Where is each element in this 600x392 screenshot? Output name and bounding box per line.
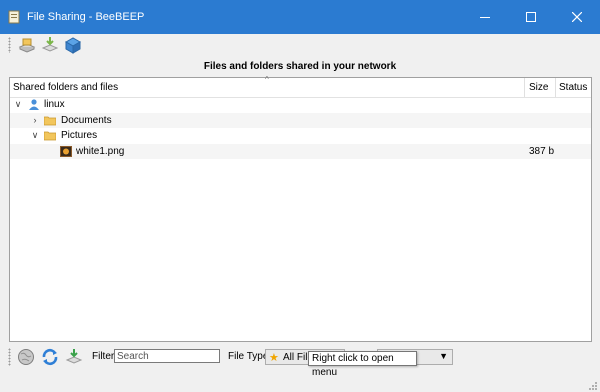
chevron-down-icon[interactable]: ∨ — [13, 97, 23, 112]
column-divider[interactable] — [524, 78, 525, 97]
column-header-name[interactable]: Shared folders and files — [13, 82, 118, 94]
maximize-icon — [526, 12, 536, 22]
tree-item-label: white1.png — [76, 146, 125, 157]
tree-row-pictures[interactable]: ∨ Pictures — [10, 128, 591, 143]
chevron-right-icon[interactable]: › — [30, 113, 40, 128]
share-folder-icon[interactable] — [18, 36, 36, 54]
column-header-row: ^ Shared folders and files Size Status — [10, 75, 591, 98]
file-size: 387 b — [529, 146, 555, 157]
download-icon[interactable] — [41, 36, 59, 54]
globe-icon[interactable] — [17, 348, 35, 366]
bottom-toolbar: Filter File Type ★ All Files ▼ — [0, 342, 600, 372]
search-input[interactable] — [114, 349, 220, 363]
tooltip: Right click to open menu — [308, 351, 417, 378]
app-icon — [8, 10, 20, 24]
folder-icon — [44, 131, 56, 141]
folder-icon — [44, 116, 56, 126]
window-title: File Sharing - BeeBEEP — [27, 11, 145, 23]
minimize-icon — [480, 17, 490, 18]
tree-item-label: Documents — [61, 115, 112, 126]
tree-row-documents[interactable]: › Documents — [10, 113, 591, 128]
user-icon — [29, 99, 39, 110]
column-header-status[interactable]: Status — [559, 82, 587, 94]
download-icon[interactable] — [65, 348, 83, 366]
file-type-label: File Type — [228, 351, 269, 362]
minimize-button[interactable] — [462, 0, 508, 34]
sort-indicator-icon: ^ — [265, 75, 269, 84]
maximize-button[interactable] — [508, 0, 554, 34]
toolbar-grip[interactable] — [8, 37, 11, 53]
network-box-icon[interactable] — [64, 36, 82, 54]
tree-row-linux[interactable]: ∨ linux — [10, 97, 591, 112]
tree-row-file[interactable]: white1.png 387 b — [10, 144, 591, 159]
shared-files-tree[interactable]: ^ Shared folders and files Size Status ∨… — [9, 75, 592, 342]
star-icon: ★ — [269, 352, 279, 364]
toolbar-grip[interactable] — [8, 348, 11, 366]
tree-item-label: Pictures — [61, 130, 98, 141]
refresh-icon[interactable] — [41, 348, 59, 366]
status-bar — [0, 378, 600, 392]
resize-grip-icon[interactable] — [588, 381, 598, 391]
close-button[interactable] — [554, 0, 600, 34]
dropdown-arrow-icon: ▼ — [439, 351, 448, 361]
column-header-size[interactable]: Size — [529, 82, 548, 94]
title-bar: File Sharing - BeeBEEP — [0, 0, 600, 34]
tree-item-label: linux — [44, 99, 65, 110]
filter-label: Filter — [92, 351, 115, 362]
top-toolbar — [0, 34, 600, 56]
image-file-icon — [60, 146, 72, 157]
column-divider[interactable] — [555, 78, 556, 97]
chevron-down-icon[interactable]: ∨ — [30, 128, 40, 143]
close-icon — [572, 12, 582, 22]
section-header: Files and folders shared in your network — [203, 61, 397, 72]
